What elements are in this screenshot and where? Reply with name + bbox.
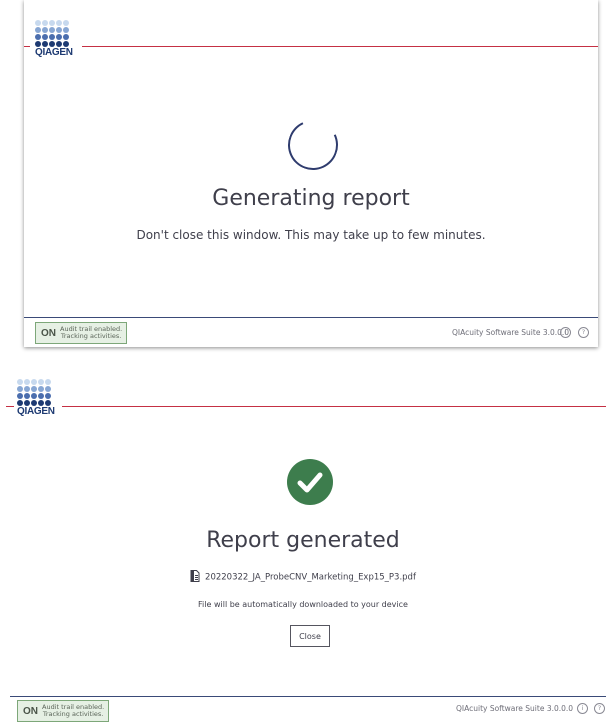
footer-divider — [24, 317, 598, 318]
checkmark-icon — [297, 472, 323, 493]
report-file[interactable]: 20220322_JA_ProbeCNV_Marketing_Exp15_P3.… — [0, 570, 606, 585]
qiagen-logo: QIAGEN — [35, 20, 73, 58]
header-divider — [82, 46, 598, 47]
success-check-icon — [287, 459, 333, 505]
header-divider — [6, 406, 14, 407]
footer-divider — [10, 696, 606, 697]
report-filename: 20220322_JA_ProbeCNV_Marketing_Exp15_P3.… — [205, 572, 416, 583]
qiagen-dots-logo — [35, 20, 73, 47]
generating-report-window: QIAGEN Generating report Don't close thi… — [24, 0, 598, 347]
generating-title: Generating report — [212, 186, 410, 211]
audit-on-label: ON — [23, 705, 38, 717]
loading-spinner-icon — [280, 112, 346, 178]
qiagen-wordmark: QIAGEN — [17, 406, 55, 417]
qiagen-logo: QIAGEN — [17, 379, 55, 417]
auto-download-notice: File will be automatically downloaded to… — [198, 600, 408, 609]
audit-trail-badge[interactable]: ON Audit trail enabled. Tracking activit… — [35, 322, 128, 344]
help-icon[interactable]: ? — [578, 327, 589, 338]
qiagen-wordmark: QIAGEN — [35, 47, 73, 58]
audit-line2: Tracking activities. — [60, 332, 122, 340]
info-icon[interactable]: i — [560, 327, 571, 338]
audit-on-label: ON — [41, 327, 56, 339]
software-version: QIAcuity Software Suite 3.0.0.0 — [452, 328, 570, 337]
document-icon — [190, 570, 200, 585]
close-button[interactable]: Close — [290, 625, 330, 647]
audit-text: Audit trail enabled. Tracking activities… — [60, 326, 126, 340]
audit-trail-badge[interactable]: ON Audit trail enabled. Tracking activit… — [17, 700, 110, 722]
report-generated-title: Report generated — [206, 528, 400, 553]
qiagen-dots-logo — [17, 379, 55, 406]
audit-text: Audit trail enabled. Tracking activities… — [42, 704, 108, 718]
header-divider — [24, 46, 30, 47]
help-icon[interactable]: ? — [594, 703, 605, 714]
software-version: QIAcuity Software Suite 3.0.0.0 — [456, 704, 574, 713]
header-divider — [62, 406, 606, 407]
info-icon[interactable]: i — [577, 703, 588, 714]
generating-subtitle: Don't close this window. This may take u… — [136, 228, 486, 242]
